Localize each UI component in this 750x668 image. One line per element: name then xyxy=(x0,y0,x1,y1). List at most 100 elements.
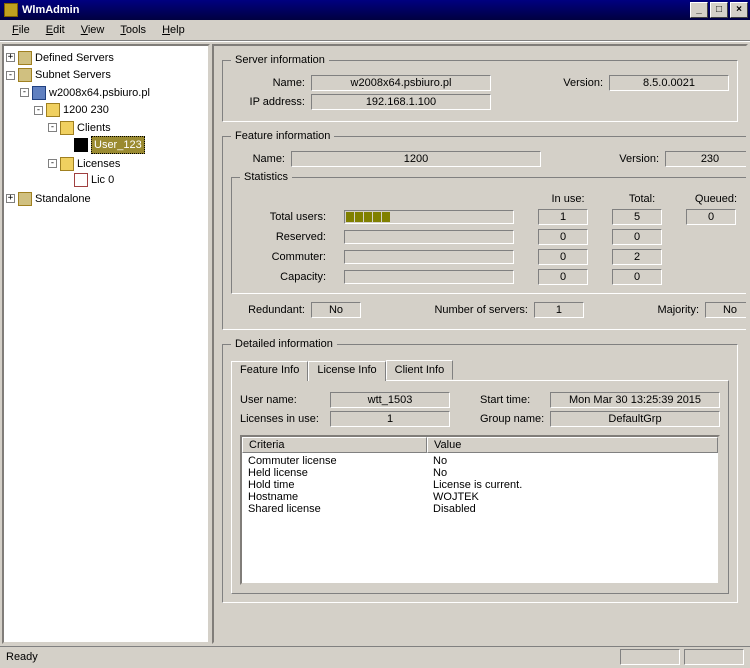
menu-tools[interactable]: Tools xyxy=(112,22,154,38)
criteria-cell: Held license xyxy=(248,467,433,479)
stats-reserved-bar xyxy=(344,230,514,244)
redundant-label: Redundant: xyxy=(231,304,311,316)
stats-totalusers-label: Total users: xyxy=(240,211,330,223)
stats-capacity-inuse: 0 xyxy=(538,269,588,285)
numservers-label: Number of servers: xyxy=(434,304,528,316)
list-item[interactable]: Commuter licenseNo xyxy=(242,455,718,467)
stats-commuter-bar xyxy=(344,250,514,264)
server-name-value: w2008x64.psbiuro.pl xyxy=(311,75,491,91)
tree-licenses[interactable]: - Licenses xyxy=(48,156,120,172)
feature-name-label: Name: xyxy=(231,153,291,165)
criteria-cell: Shared license xyxy=(248,503,433,515)
collapse-icon[interactable]: - xyxy=(48,159,57,168)
feature-version-label: Version: xyxy=(605,153,665,165)
close-button[interactable]: × xyxy=(730,2,748,18)
criteria-cell: Commuter license xyxy=(248,455,433,467)
server-info-legend: Server information xyxy=(231,54,329,66)
feature-version-value: 230 xyxy=(665,151,748,167)
list-item[interactable]: Held licenseNo xyxy=(242,467,718,479)
expand-icon[interactable]: + xyxy=(6,53,15,62)
redundant-value: No xyxy=(311,302,361,318)
collapse-icon[interactable]: - xyxy=(48,123,57,132)
tree-defined-servers[interactable]: + Defined Servers xyxy=(6,50,114,66)
stats-commuter-label: Commuter: xyxy=(240,251,330,263)
tree-subnet-servers[interactable]: - Subnet Servers xyxy=(6,67,111,83)
stats-capacity-bar xyxy=(344,270,514,284)
server-ip-label: IP address: xyxy=(231,96,311,108)
feature-info-group: Feature information Name: 1200 Version: … xyxy=(222,130,748,330)
menu-help[interactable]: Help xyxy=(154,22,193,38)
tree-pane[interactable]: + Defined Servers - Subnet Servers xyxy=(2,44,210,644)
menu-edit[interactable]: Edit xyxy=(38,22,73,38)
detailed-info-group: Detailed information Feature Info Licens… xyxy=(222,338,738,603)
tab-license-info[interactable]: License Info xyxy=(308,361,385,381)
tree-feature[interactable]: - 1200 230 xyxy=(34,102,109,118)
status-text: Ready xyxy=(6,651,38,663)
list-item[interactable]: HostnameWOJTEK xyxy=(242,491,718,503)
document-icon xyxy=(74,173,88,187)
tree-standalone[interactable]: + Standalone xyxy=(6,191,91,207)
folder-icon xyxy=(46,103,60,117)
criteria-cell: Hostname xyxy=(248,491,433,503)
menu-view[interactable]: View xyxy=(73,22,113,38)
folder-icon xyxy=(60,157,74,171)
tree-clients[interactable]: - Clients xyxy=(48,120,111,136)
maximize-button[interactable]: □ xyxy=(710,2,728,18)
server-version-value: 8.5.0.0021 xyxy=(609,75,729,91)
majority-value: No xyxy=(705,302,748,318)
status-cell-2 xyxy=(684,649,744,665)
server-version-label: Version: xyxy=(549,77,609,89)
feature-name-value: 1200 xyxy=(291,151,541,167)
stats-hdr-inuse: In use: xyxy=(538,193,598,205)
expand-icon[interactable]: + xyxy=(6,194,15,203)
criteria-cell: Hold time xyxy=(248,479,433,491)
groupname-label: Group name: xyxy=(480,413,550,425)
stats-totalusers-queued: 0 xyxy=(686,209,736,225)
content-pane: Server information Name: w2008x64.psbiur… xyxy=(212,44,748,644)
col-criteria[interactable]: Criteria xyxy=(242,437,427,453)
menu-file[interactable]: File xyxy=(4,22,38,38)
status-cell-1 xyxy=(620,649,680,665)
tree-client-selected[interactable]: User_123 xyxy=(62,136,145,154)
feature-info-legend: Feature information xyxy=(231,130,334,142)
collapse-icon[interactable]: - xyxy=(6,71,15,80)
stats-reserved-label: Reserved: xyxy=(240,231,330,243)
value-cell: No xyxy=(433,467,712,479)
stats-capacity-total: 0 xyxy=(612,269,662,285)
list-item[interactable]: Hold timeLicense is current. xyxy=(242,479,718,491)
majority-label: Majority: xyxy=(657,304,699,316)
tab-client-info[interactable]: Client Info xyxy=(386,360,454,380)
computer-icon xyxy=(32,86,46,100)
servers-icon xyxy=(18,68,32,82)
statistics-group: Statistics In use: Total: Queued: Total … xyxy=(231,171,748,294)
collapse-icon[interactable]: - xyxy=(34,106,43,115)
tree-lic0[interactable]: Lic 0 xyxy=(62,172,114,188)
licinuse-value: 1 xyxy=(330,411,450,427)
stats-totalusers-inuse: 1 xyxy=(538,209,588,225)
collapse-icon[interactable]: - xyxy=(20,88,29,97)
stats-reserved-inuse: 0 xyxy=(538,229,588,245)
stats-capacity-label: Capacity: xyxy=(240,271,330,283)
col-value[interactable]: Value xyxy=(427,437,718,453)
starttime-value: Mon Mar 30 13:25:39 2015 xyxy=(550,392,720,408)
stats-commuter-total: 2 xyxy=(612,249,662,265)
stats-commuter-inuse: 0 xyxy=(538,249,588,265)
criteria-listview[interactable]: Criteria Value Commuter licenseNoHeld li… xyxy=(240,435,720,585)
value-cell: WOJTEK xyxy=(433,491,712,503)
person-icon xyxy=(74,138,88,152)
tab-feature-info[interactable]: Feature Info xyxy=(231,361,308,381)
value-cell: License is current. xyxy=(433,479,712,491)
server-ip-value: 192.168.1.100 xyxy=(311,94,491,110)
server-info-group: Server information Name: w2008x64.psbiur… xyxy=(222,54,738,122)
minimize-button[interactable]: _ xyxy=(690,2,708,18)
app-icon xyxy=(4,3,18,17)
statistics-legend: Statistics xyxy=(240,171,292,183)
menubar: File Edit View Tools Help xyxy=(0,20,750,41)
value-cell: No xyxy=(433,455,712,467)
licinuse-label: Licenses in use: xyxy=(240,413,330,425)
tree-host[interactable]: - w2008x64.psbiuro.pl xyxy=(20,85,150,101)
list-item[interactable]: Shared licenseDisabled xyxy=(242,503,718,515)
server-name-label: Name: xyxy=(231,77,311,89)
stats-reserved-total: 0 xyxy=(612,229,662,245)
numservers-value: 1 xyxy=(534,302,584,318)
